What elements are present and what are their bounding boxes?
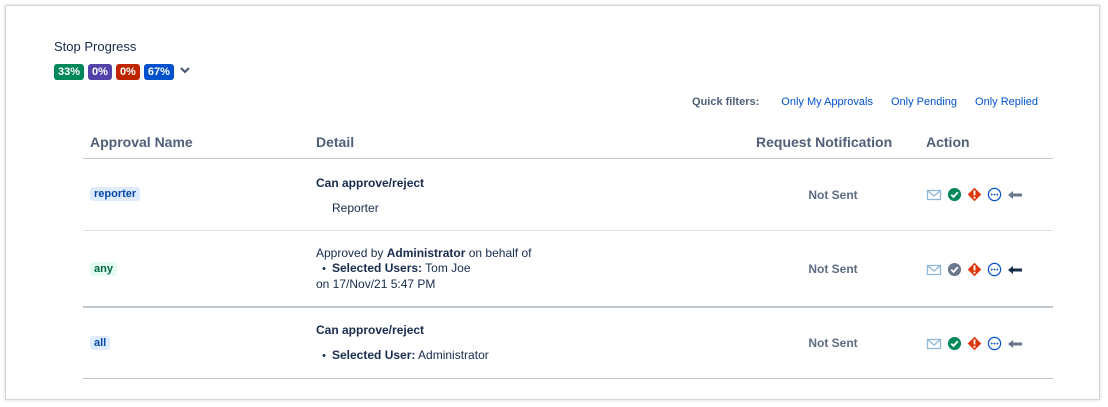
selected-user-label: Selected User: [332, 348, 416, 362]
filter-only-my-approvals[interactable]: Only My Approvals [781, 96, 873, 108]
approval-panel: Stop Progress 33% 0% 0% 67% Quick filter… [5, 5, 1100, 400]
row-detail: Can approve/reject Reporter [316, 176, 424, 215]
reject-icon[interactable] [967, 336, 982, 351]
reject-icon[interactable] [967, 187, 982, 202]
detail-date: on 17/Nov/21 5:47 PM [316, 277, 436, 291]
table-header: Approval Name Detail Request Notificatio… [83, 128, 1053, 159]
notification-status: Not Sent [808, 262, 858, 276]
selected-users-label: Selected Users: [332, 261, 423, 275]
more-icon[interactable] [987, 262, 1002, 277]
detail-approved-by: Approved by Administrator on behalf of [316, 246, 531, 261]
header-detail: Detail [316, 134, 355, 150]
detail-line: Reporter [332, 201, 379, 215]
filter-only-pending[interactable]: Only Pending [891, 96, 957, 108]
notification-status: Not Sent [808, 188, 858, 202]
selected-user-value: Administrator [415, 348, 489, 362]
detail-prefix: Approved by [316, 246, 387, 260]
approve-icon[interactable] [947, 262, 962, 277]
detail-heading: Can approve/reject [316, 323, 425, 337]
progress-badge-approved: 33% [54, 64, 85, 80]
progress-badge-remaining: 67% [143, 64, 174, 80]
chevron-down-icon[interactable] [179, 64, 191, 76]
reply-icon[interactable] [1007, 264, 1023, 276]
more-icon[interactable] [987, 187, 1002, 202]
progress-badge-rejected: 0% [115, 64, 140, 80]
header-approval-name: Approval Name [90, 134, 193, 150]
row-actions [926, 187, 1023, 202]
row-actions [926, 262, 1023, 277]
filter-only-replied[interactable]: Only Replied [975, 96, 1038, 108]
section-title: Stop Progress [54, 39, 137, 54]
mail-icon[interactable] [926, 337, 942, 351]
row-actions [926, 336, 1023, 351]
quick-filters: Quick filters: Only My Approvals Only Pe… [6, 96, 1038, 108]
table-row: reporter Can approve/reject Reporter Not… [83, 159, 1053, 231]
row-detail: Approved by Administrator on behalf of •… [316, 246, 531, 292]
reply-icon[interactable] [1007, 189, 1023, 201]
approve-icon[interactable] [947, 187, 962, 202]
approval-name-tag: all [90, 336, 111, 350]
header-request-notification: Request Notification [756, 134, 893, 150]
table-row: any Approved by Administrator on behalf … [83, 231, 1053, 308]
selected-users-value: Tom Joe [422, 261, 471, 275]
progress-badge-pending: 0% [88, 64, 112, 80]
detail-heading: Can approve/reject [316, 176, 425, 190]
row-detail: Can approve/reject • Selected User: Admin… [316, 323, 489, 362]
mail-icon[interactable] [926, 263, 942, 277]
selected-user-item: • Selected User: Administrator [322, 348, 489, 362]
progress-badges[interactable]: 33% 0% 0% 67% [54, 64, 191, 80]
approve-icon[interactable] [947, 336, 962, 351]
more-icon[interactable] [987, 336, 1002, 351]
reject-icon[interactable] [967, 262, 982, 277]
approvals-table: Approval Name Detail Request Notificatio… [83, 128, 1053, 379]
detail-approver: Administrator [386, 246, 466, 260]
mail-icon[interactable] [926, 188, 942, 202]
table-row: all Can approve/reject • Selected User: A… [83, 308, 1053, 379]
notification-status: Not Sent [808, 336, 858, 350]
quick-filters-label: Quick filters: [692, 96, 760, 108]
header-action: Action [926, 134, 970, 150]
approval-name-tag: reporter [90, 187, 141, 201]
approval-name-tag: any [90, 262, 117, 276]
reply-icon[interactable] [1007, 338, 1023, 350]
selected-users-item: • Selected Users: Tom Joe [322, 261, 471, 275]
detail-suffix: on behalf of [465, 246, 532, 260]
